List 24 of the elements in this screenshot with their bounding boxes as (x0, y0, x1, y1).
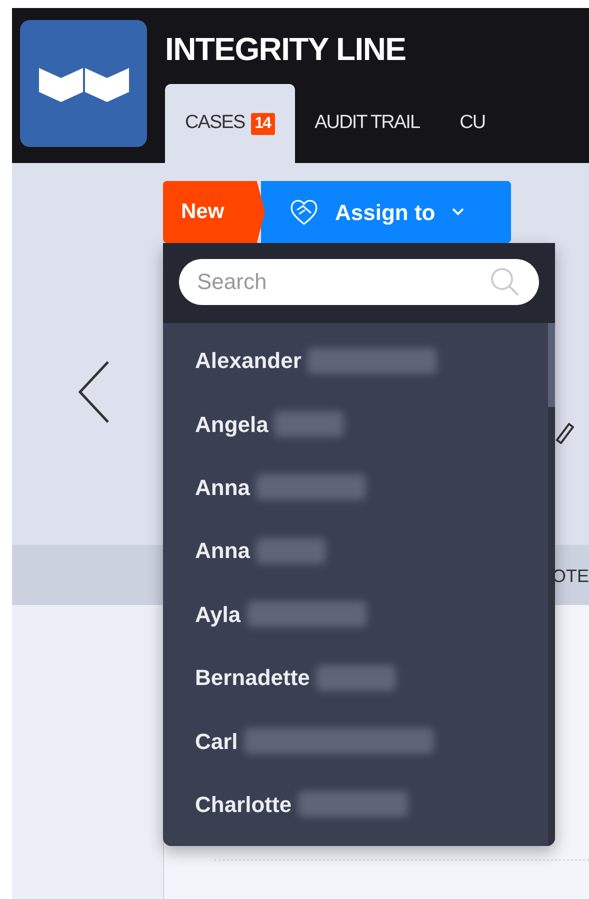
assignee-item[interactable]: Bernadette (163, 646, 548, 710)
redaction-blur (256, 538, 326, 564)
chevron-down-icon (451, 207, 466, 217)
assignee-item[interactable]: Charlotte (163, 772, 548, 836)
search-field[interactable]: Search (179, 259, 539, 305)
assignee-item[interactable]: Angela (163, 392, 548, 456)
redaction-blur (274, 411, 344, 438)
tab-label: CASES (185, 111, 245, 136)
assignee-item[interactable]: Ayla (163, 582, 548, 646)
app-title: INTEGRITY LINE (165, 30, 407, 68)
assignee-item[interactable]: Alexander (163, 329, 548, 392)
pencil-icon[interactable] (554, 420, 574, 444)
logo-icon (20, 20, 147, 147)
previous-icon[interactable] (78, 360, 110, 424)
nav-tab[interactable]: AUDIT TRAIL (294, 84, 440, 163)
count-badge: 14 (250, 112, 275, 134)
scrollbar[interactable] (548, 323, 555, 846)
search-icon (489, 266, 521, 298)
assignee-item[interactable]: Anna (163, 456, 548, 520)
assignee-item[interactable]: Anna (163, 519, 548, 583)
nav-tab[interactable]: CU (440, 84, 506, 163)
assign-button[interactable]: Assign to (261, 181, 511, 243)
nav-tab[interactable]: CASES 14 (165, 84, 295, 163)
assignee-item[interactable]: Carl (163, 709, 548, 773)
